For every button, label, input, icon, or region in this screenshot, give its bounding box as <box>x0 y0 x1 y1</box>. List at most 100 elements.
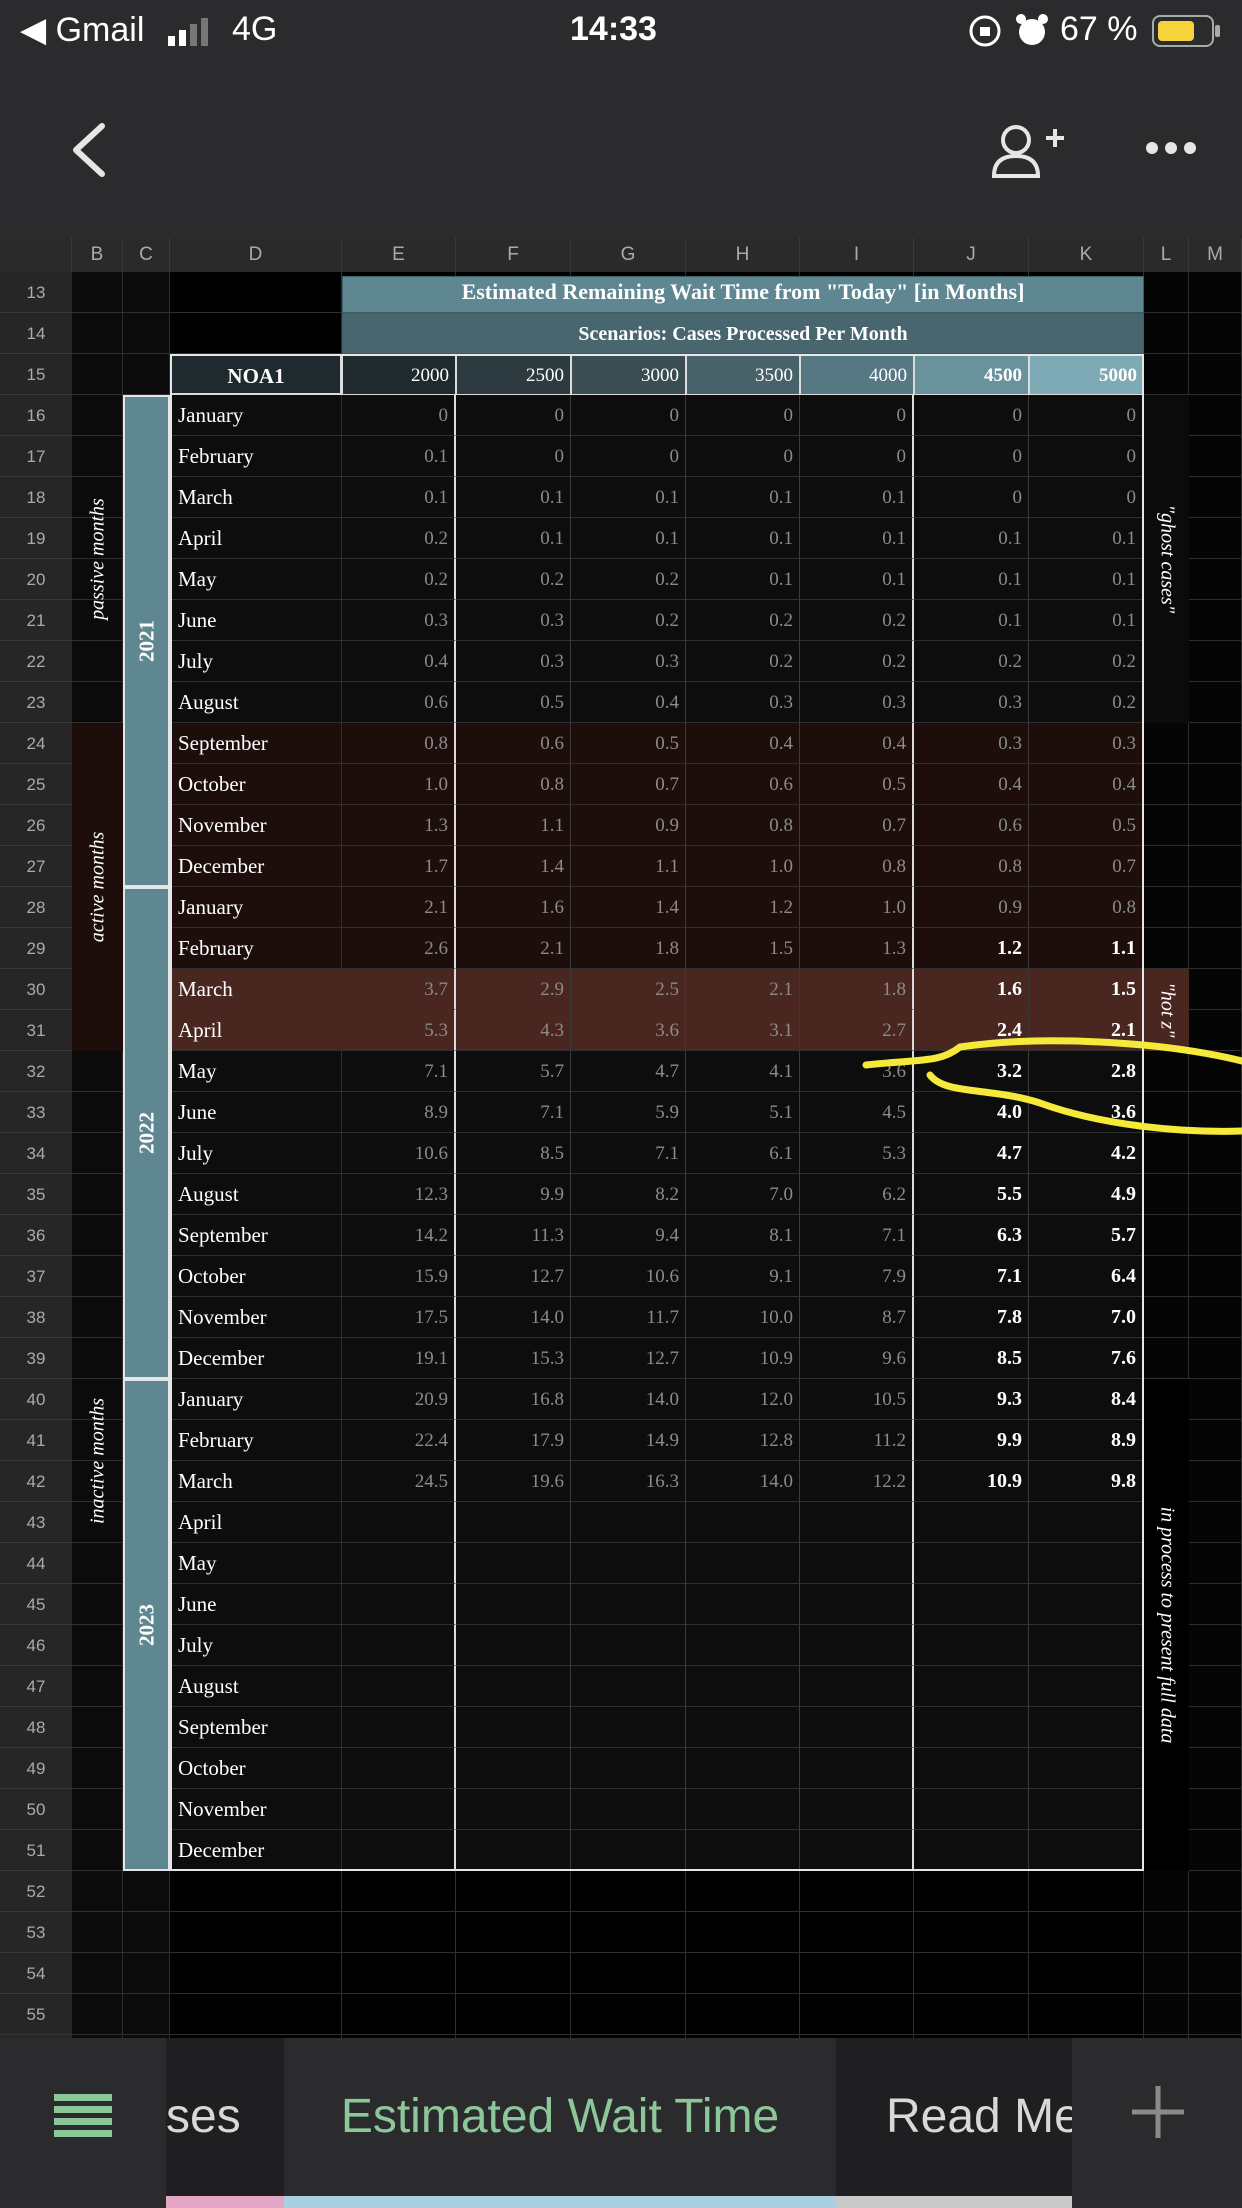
grid-cell[interactable] <box>72 354 123 395</box>
grid-cell[interactable] <box>1189 477 1242 518</box>
grid-cell[interactable] <box>1189 969 1242 1010</box>
grid-cell[interactable] <box>123 1871 170 1912</box>
row-header[interactable]: 25 <box>0 764 72 805</box>
value-cell[interactable]: 9.3 <box>914 1379 1029 1420</box>
grid-cell[interactable] <box>72 1133 123 1174</box>
value-cell[interactable]: 10.9 <box>914 1461 1029 1502</box>
row-header[interactable]: 14 <box>0 313 72 354</box>
value-cell[interactable]: 14.0 <box>456 1297 571 1338</box>
grid-cell[interactable] <box>1189 354 1242 395</box>
row-header[interactable]: 34 <box>0 1133 72 1174</box>
month-label[interactable]: November <box>170 805 342 846</box>
value-cell[interactable]: 14.2 <box>342 1215 456 1256</box>
row-header[interactable]: 42 <box>0 1461 72 1502</box>
value-cell[interactable]: 0.4 <box>571 682 686 723</box>
row-header[interactable]: 46 <box>0 1625 72 1666</box>
value-cell[interactable]: 8.4 <box>1029 1379 1144 1420</box>
month-label[interactable]: December <box>170 1830 342 1871</box>
value-cell[interactable]: 14.0 <box>571 1379 686 1420</box>
value-cell[interactable]: 0 <box>456 436 571 477</box>
grid-cell[interactable] <box>1144 805 1189 846</box>
value-cell[interactable] <box>686 1789 800 1830</box>
grid-cell[interactable] <box>342 1912 456 1953</box>
value-cell[interactable] <box>686 1502 800 1543</box>
value-cell[interactable]: 0.2 <box>571 600 686 641</box>
grid-cell[interactable] <box>1144 1338 1189 1379</box>
value-cell[interactable] <box>914 1666 1029 1707</box>
grid-cell[interactable] <box>1189 805 1242 846</box>
grid-cell[interactable] <box>123 1953 170 1994</box>
value-cell[interactable] <box>800 1830 914 1871</box>
row-header[interactable]: 37 <box>0 1256 72 1297</box>
grid-cell[interactable] <box>72 313 123 354</box>
scenario-header-4500[interactable]: 4500 <box>914 354 1029 395</box>
value-cell[interactable]: 5.5 <box>914 1174 1029 1215</box>
row-header[interactable]: 28 <box>0 887 72 928</box>
grid-cell[interactable] <box>170 313 342 354</box>
value-cell[interactable]: 0.6 <box>686 764 800 805</box>
value-cell[interactable]: 0 <box>800 436 914 477</box>
grid-cell[interactable] <box>1189 1461 1242 1502</box>
value-cell[interactable]: 0.1 <box>686 477 800 518</box>
grid-cell[interactable] <box>571 1871 686 1912</box>
column-header-h[interactable]: H <box>686 238 800 272</box>
row-header[interactable]: 15 <box>0 354 72 395</box>
value-cell[interactable]: 0.6 <box>342 682 456 723</box>
value-cell[interactable] <box>342 1789 456 1830</box>
value-cell[interactable]: 0.2 <box>342 559 456 600</box>
value-cell[interactable]: 15.9 <box>342 1256 456 1297</box>
value-cell[interactable]: 0.1 <box>800 477 914 518</box>
value-cell[interactable] <box>456 1666 571 1707</box>
column-header-k[interactable]: K <box>1029 238 1144 272</box>
grid-cell[interactable] <box>72 1830 123 1871</box>
grid-cell[interactable] <box>800 1912 914 1953</box>
grid-cell[interactable] <box>1144 928 1189 969</box>
month-label[interactable]: November <box>170 1789 342 1830</box>
value-cell[interactable]: 12.7 <box>571 1338 686 1379</box>
value-cell[interactable]: 0 <box>914 436 1029 477</box>
grid-cell[interactable] <box>571 1994 686 2035</box>
value-cell[interactable]: 2.4 <box>914 1010 1029 1051</box>
grid-cell[interactable] <box>1189 764 1242 805</box>
grid-cell[interactable] <box>1189 1133 1242 1174</box>
value-cell[interactable] <box>800 1584 914 1625</box>
grid-cell[interactable] <box>1189 272 1242 313</box>
grid-cell[interactable] <box>1144 846 1189 887</box>
value-cell[interactable]: 22.4 <box>342 1420 456 1461</box>
value-cell[interactable]: 12.7 <box>456 1256 571 1297</box>
grid-cell[interactable] <box>1189 682 1242 723</box>
value-cell[interactable]: 8.9 <box>1029 1420 1144 1461</box>
grid-cell[interactable] <box>571 1953 686 1994</box>
row-header[interactable]: 52 <box>0 1871 72 1912</box>
grid-cell[interactable] <box>342 1953 456 1994</box>
value-cell[interactable]: 0.1 <box>914 518 1029 559</box>
scenario-header-2000[interactable]: 2000 <box>342 354 456 395</box>
grid-cell[interactable] <box>456 1912 571 1953</box>
row-header[interactable]: 41 <box>0 1420 72 1461</box>
value-cell[interactable]: 0 <box>1029 477 1144 518</box>
value-cell[interactable]: 0.1 <box>456 477 571 518</box>
value-cell[interactable] <box>1029 1666 1144 1707</box>
grid-cell[interactable] <box>914 1994 1029 2035</box>
value-cell[interactable] <box>456 1707 571 1748</box>
value-cell[interactable]: 5.3 <box>800 1133 914 1174</box>
row-header[interactable]: 40 <box>0 1379 72 1420</box>
grid-cell[interactable] <box>1144 1092 1189 1133</box>
value-cell[interactable]: 1.1 <box>456 805 571 846</box>
value-cell[interactable]: 8.5 <box>456 1133 571 1174</box>
grid-cell[interactable] <box>72 1051 123 1092</box>
value-cell[interactable]: 8.2 <box>571 1174 686 1215</box>
grid-cell[interactable] <box>1144 1871 1189 1912</box>
sheet-list-icon[interactable] <box>54 2090 114 2143</box>
grid-cell[interactable] <box>1189 1584 1242 1625</box>
grid-cell[interactable] <box>686 1871 800 1912</box>
grid-cell[interactable] <box>1029 1953 1144 1994</box>
value-cell[interactable] <box>342 1666 456 1707</box>
value-cell[interactable] <box>1029 1543 1144 1584</box>
grid-cell[interactable] <box>1189 1092 1242 1133</box>
grid-cell[interactable] <box>170 1912 342 1953</box>
grid-cell[interactable] <box>1144 764 1189 805</box>
grid-cell[interactable] <box>1144 1256 1189 1297</box>
value-cell[interactable]: 17.5 <box>342 1297 456 1338</box>
row-header[interactable]: 13 <box>0 272 72 313</box>
